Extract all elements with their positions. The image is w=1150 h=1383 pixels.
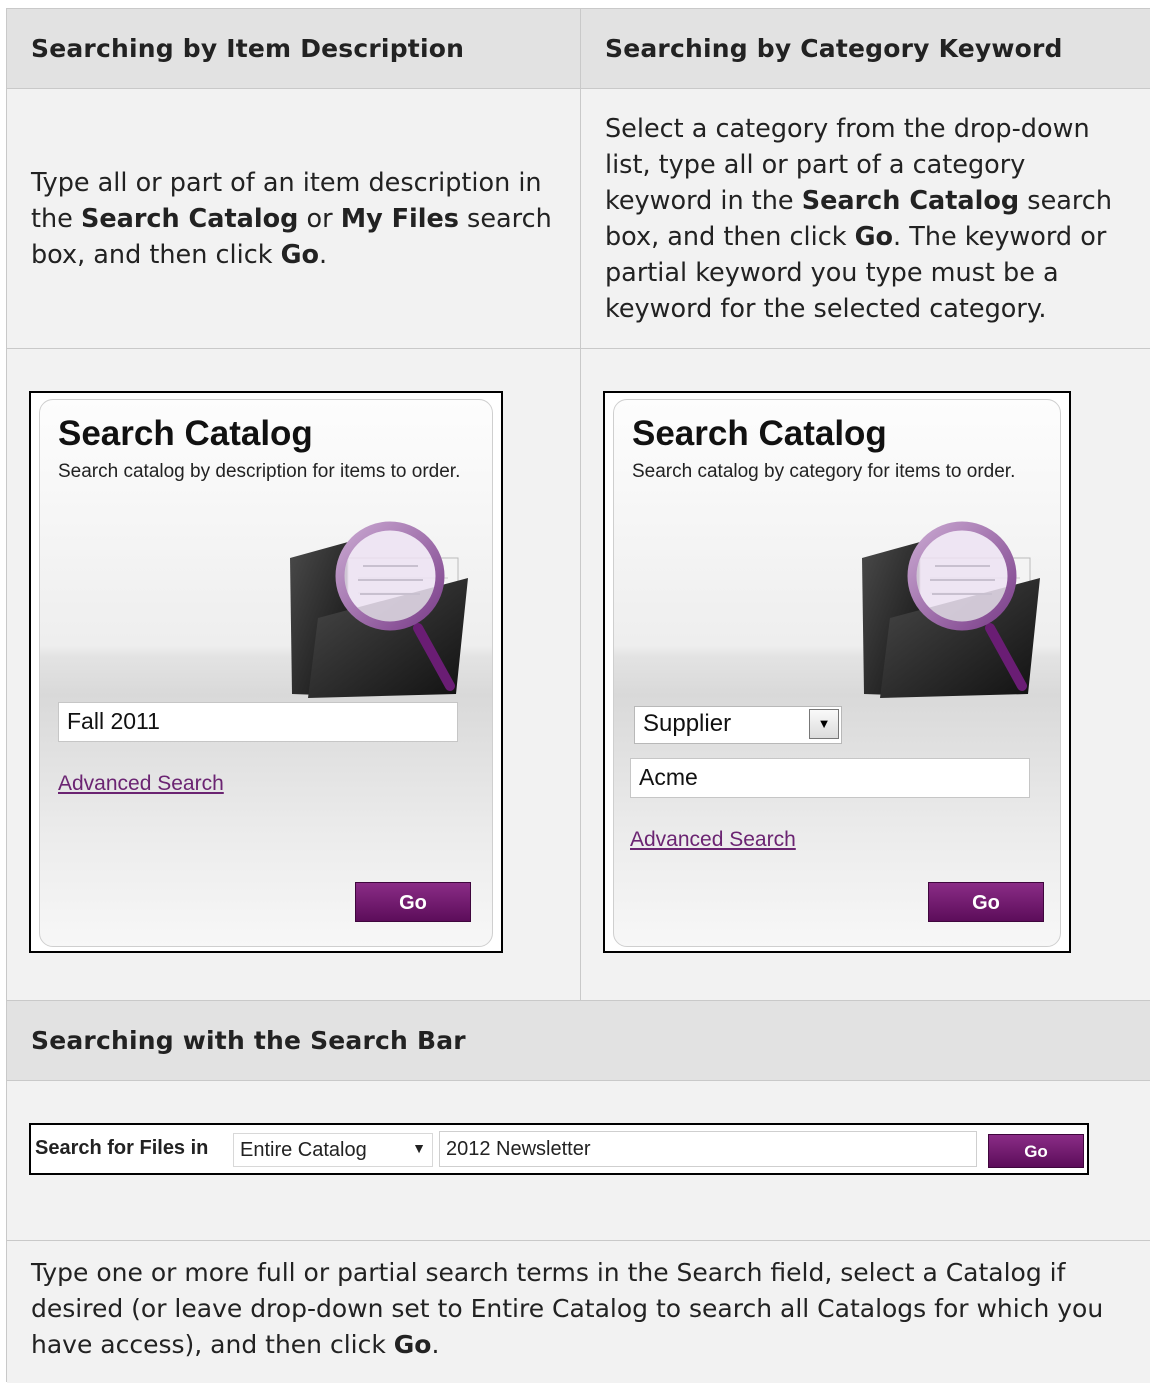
go-button[interactable]: Go (928, 882, 1044, 922)
search-input[interactable]: Fall 2011 (58, 702, 458, 742)
catalog-select-value: Entire Catalog (240, 1139, 367, 1161)
widget-description: Search catalog by description for items … (58, 461, 461, 482)
chevron-down-icon[interactable]: ▼ (809, 709, 839, 739)
header-search-bar-text: Searching with the Search Bar (31, 1026, 466, 1055)
description-right-cell: Select a category from the drop-down lis… (581, 89, 1150, 349)
chevron-down-icon[interactable]: ▼ (412, 1140, 426, 1156)
header-item-description: Searching by Item Description (7, 9, 581, 89)
search-catalog-widget-description: Search Catalog Search catalog by descrip… (29, 391, 503, 953)
category-select[interactable]: Supplier ▼ (634, 706, 842, 744)
header-item-description-text: Searching by Item Description (31, 34, 465, 63)
search-bar: Search for Files in Entire Catalog ▼ 201… (29, 1123, 1089, 1175)
header-search-bar: Searching with the Search Bar (7, 1001, 1150, 1081)
header-category-keyword-text: Searching by Category Keyword (605, 34, 1063, 63)
description-bottom-text: Type one or more full or partial search … (31, 1258, 1104, 1359)
go-button[interactable]: Go (355, 882, 471, 922)
description-right-text: Select a category from the drop-down lis… (605, 113, 1112, 324)
widget-title: Search Catalog (58, 414, 313, 453)
advanced-search-link[interactable]: Advanced Search (58, 772, 224, 796)
description-left-text: Type all or part of an item description … (31, 167, 552, 270)
widget-title: Search Catalog (632, 414, 887, 453)
widget-description: Search catalog by category for items to … (632, 461, 1016, 482)
search-input[interactable]: Acme (630, 758, 1030, 798)
folder-magnifier-icon (862, 521, 1040, 698)
search-bar-input[interactable]: 2012 Newsletter (439, 1131, 977, 1167)
description-bottom-cell: Type one or more full or partial search … (7, 1241, 1150, 1383)
advanced-search-link[interactable]: Advanced Search (630, 828, 796, 852)
folder-magnifier-icon (290, 521, 468, 698)
header-category-keyword: Searching by Category Keyword (581, 9, 1150, 89)
widget-panel: Search Catalog Search catalog by descrip… (39, 399, 493, 947)
search-catalog-widget-category: Search Catalog Search catalog by categor… (603, 391, 1071, 953)
catalog-select[interactable]: Entire Catalog ▼ (233, 1133, 433, 1167)
description-left-cell: Type all or part of an item description … (7, 89, 581, 349)
category-select-value: Supplier (643, 710, 732, 737)
search-bar-label: Search for Files in (35, 1137, 209, 1159)
search-bar-go-button[interactable]: Go (988, 1134, 1084, 1168)
widget-panel: Search Catalog Search catalog by categor… (613, 399, 1061, 947)
